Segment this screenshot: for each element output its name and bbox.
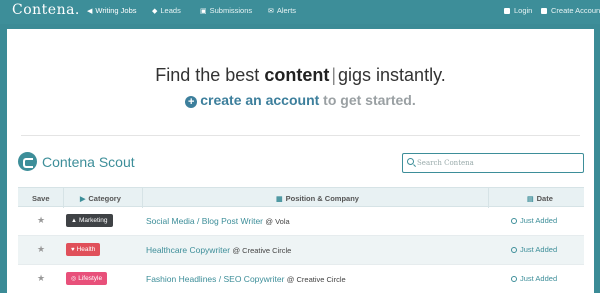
- tag-icon: ▶: [80, 196, 86, 203]
- bicycle-icon: ◎: [71, 276, 77, 282]
- header-date[interactable]: ▤ Date: [527, 194, 553, 203]
- search-icon: [407, 158, 414, 165]
- table-row[interactable]: ★ ♥ Health Healthcare Copywriter @ Creati…: [18, 236, 584, 265]
- job-listing: Social Media / Blog Post Writer @ Vola: [146, 216, 290, 226]
- star-icon[interactable]: ★: [37, 215, 45, 226]
- clock-icon: [511, 276, 517, 282]
- hero-title-suffix: gigs instantly.: [338, 65, 446, 85]
- header-category-label: Category: [88, 194, 121, 203]
- star-icon[interactable]: ★: [37, 273, 45, 284]
- job-title-link[interactable]: Healthcare Copywriter: [146, 245, 230, 255]
- nav-alerts[interactable]: ✉ Alerts: [268, 6, 296, 15]
- date-cell: Just Added: [511, 245, 557, 254]
- nav-writing-jobs-label: Writing Jobs: [95, 6, 137, 15]
- create-account-cta[interactable]: create an account: [200, 92, 319, 108]
- category-badge-health[interactable]: ♥ Health: [66, 243, 101, 256]
- nav-leads-label: Leads: [160, 6, 181, 15]
- thumbs-up-icon: ▲: [71, 218, 77, 224]
- star-icon[interactable]: ★: [37, 244, 45, 255]
- date-label: Just Added: [520, 216, 558, 225]
- top-navbar: Contena. ◀ Writing Jobs ◆ Leads ▣ Submis…: [0, 0, 600, 24]
- category-badge-marketing[interactable]: ▲ Marketing: [66, 214, 113, 227]
- login-link[interactable]: Login: [504, 6, 532, 15]
- hero-cta-rest: to get started.: [319, 92, 416, 108]
- header-date-label: Date: [536, 194, 553, 203]
- hero-title-bold: content: [264, 65, 330, 85]
- job-company: @ Creative Circle: [286, 275, 346, 284]
- hero-title-sep: |: [331, 65, 337, 85]
- job-title-link[interactable]: Fashion Headlines / SEO Copywriter: [146, 274, 284, 284]
- brand-logo[interactable]: Contena.: [12, 2, 80, 18]
- hero-cta: + create an account to get started.: [7, 92, 594, 108]
- graduation-cap-icon: ◆: [152, 7, 158, 15]
- login-icon: [504, 7, 510, 14]
- hero-title: Find the best content | gigs instantly.: [7, 65, 594, 86]
- nav-submissions-label: Submissions: [209, 6, 253, 15]
- category-label: Marketing: [78, 217, 108, 224]
- search-input[interactable]: [417, 157, 577, 169]
- header-position-label: Position & Company: [285, 194, 359, 203]
- hero-title-prefix: Find the best: [155, 65, 265, 85]
- calendar-icon: ▤: [527, 196, 534, 203]
- table-row[interactable]: ★ ▲ Marketing Social Media / Blog Post Wr…: [18, 207, 584, 236]
- column-divider: [63, 188, 64, 208]
- create-account-link[interactable]: Create Account: [541, 6, 600, 15]
- date-cell: Just Added: [511, 216, 557, 225]
- heart-icon: ♥: [71, 247, 75, 253]
- header-category[interactable]: ▶ Category: [80, 194, 121, 203]
- divider: [21, 135, 580, 136]
- job-title-link[interactable]: Social Media / Blog Post Writer: [146, 216, 263, 226]
- main-panel: Find the best content | gigs instantly. + c…: [7, 29, 594, 293]
- date-label: Just Added: [520, 245, 558, 254]
- nav-leads[interactable]: ◆ Leads: [152, 6, 181, 15]
- job-company: @ Vola: [265, 217, 290, 226]
- login-label: Login: [514, 6, 533, 15]
- building-icon: ▦: [276, 196, 283, 203]
- nav-alerts-label: Alerts: [276, 6, 297, 15]
- clock-icon: [511, 247, 517, 253]
- job-listing: Fashion Headlines / SEO Copywriter @ Cre…: [146, 274, 346, 284]
- inbox-icon: ▣: [200, 7, 207, 15]
- table-row[interactable]: ★ ◎ Lifestyle Fashion Headlines / SEO Cop…: [18, 265, 584, 293]
- nav-submissions[interactable]: ▣ Submissions: [200, 6, 252, 15]
- column-divider: [488, 188, 489, 208]
- envelope-icon: ✉: [268, 7, 274, 15]
- plus-square-icon: [541, 7, 547, 14]
- category-label: Health: [76, 246, 96, 253]
- scout-title: Contena Scout: [42, 154, 135, 170]
- date-cell: Just Added: [511, 274, 557, 283]
- search-box[interactable]: [402, 153, 584, 173]
- create-account-label: Create Account: [551, 6, 600, 15]
- nav-writing-jobs[interactable]: ◀ Writing Jobs: [87, 6, 137, 15]
- header-save[interactable]: Save: [32, 194, 50, 203]
- job-company: @ Creative Circle: [232, 246, 292, 255]
- header-position[interactable]: ▦ Position & Company: [276, 194, 359, 203]
- category-label: Lifestyle: [78, 275, 103, 282]
- category-badge-lifestyle[interactable]: ◎ Lifestyle: [66, 272, 108, 285]
- date-label: Just Added: [520, 274, 558, 283]
- plus-circle-icon[interactable]: +: [185, 96, 198, 108]
- column-divider: [142, 188, 143, 208]
- clock-icon: [511, 218, 517, 224]
- table-header: Save ▶ Category ▦ Position & Company ▤ Date: [18, 187, 584, 208]
- scout-logo-icon: [18, 152, 37, 171]
- megaphone-icon: ◀: [87, 7, 93, 15]
- job-listing: Healthcare Copywriter @ Creative Circle: [146, 245, 291, 255]
